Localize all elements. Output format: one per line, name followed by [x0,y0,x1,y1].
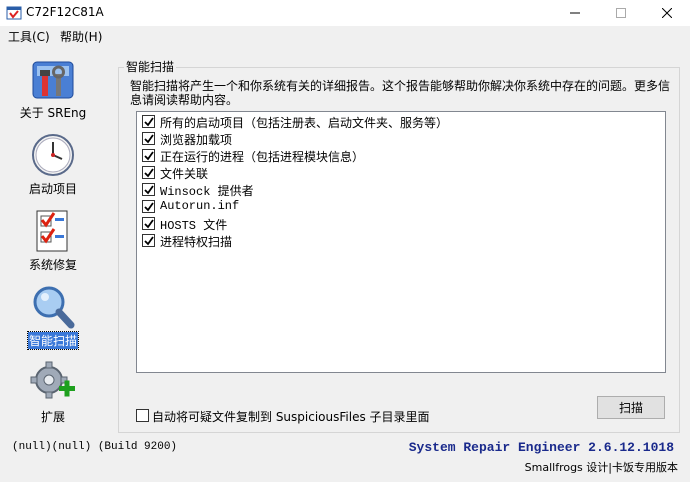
check-icon [144,117,154,127]
checkbox[interactable] [142,234,155,247]
magnifier-icon [33,286,75,329]
maximize-icon [616,8,626,18]
clock-icon [32,134,74,176]
scan-button[interactable]: 扫描 [597,396,665,419]
minimize-button[interactable] [552,0,598,26]
list-item-label: 文件关联 [160,167,209,181]
checkbox[interactable] [142,217,155,230]
close-button[interactable] [644,0,690,26]
toolbox-icon [32,61,74,99]
close-icon [661,7,673,19]
sidebar-item-label: 智能扫描 [26,331,80,350]
gear-plus-icon [30,361,75,399]
sidebar-item-repair[interactable]: 系统修复 [0,208,106,284]
window-title: C72F12C81A [26,5,104,19]
checkbox[interactable] [142,132,155,145]
sidebar-item-label: 关于 SREng [19,106,87,120]
product-name: System Repair Engineer 2.6.12.1018 [408,440,674,455]
credit-text: Smallfrogs 设计|卡饭专用版本 [524,461,678,474]
title-bar: C72F12C81A [0,0,690,26]
list-item-label: 浏览器加载项 [160,133,233,147]
menu-bar: 工具(C) 帮助(H) [0,26,690,46]
status-bar: (null)(null) (Build 9200) System Repair … [0,436,690,482]
checkbox[interactable] [142,115,155,128]
build-info: (null)(null) (Build 9200) [12,441,178,453]
copy-suspicious-label: 自动将可疑文件复制到 SuspiciousFiles 子目录里面 [152,410,430,424]
group-title: 智能扫描 [124,58,177,75]
scan-items-list[interactable]: 所有的启动项目（包括注册表、启动文件夹、服务等） 浏览器加载项 正在运行的进程（… [136,111,666,373]
menu-tools[interactable]: 工具(C) [6,28,52,45]
copy-suspicious-checkbox[interactable] [136,409,149,422]
list-item-label: Winsock 提供者 [160,185,254,199]
scan-description: 智能扫描将产生一个和你系统有关的详细报告。这个报告能够帮助你解决你系统中存在的问… [130,79,671,107]
list-item-label: 正在运行的进程（包括进程模块信息） [160,150,365,164]
checklist-icon [36,210,68,252]
check-icon [144,185,154,195]
sidebar-item-label: 扩展 [40,410,65,424]
check-icon [144,151,154,161]
checkbox[interactable] [142,200,155,213]
checkbox[interactable] [142,183,155,196]
check-icon [144,236,154,246]
list-item-label: 所有的启动项目（包括注册表、启动文件夹、服务等） [160,116,449,130]
minimize-icon [570,12,580,14]
check-icon [144,202,154,212]
check-icon [144,168,154,178]
sidebar-item-about[interactable]: 关于 SREng [0,56,106,132]
sidebar-item-extend[interactable]: 扩展 [0,360,106,436]
menu-help[interactable]: 帮助(H) [58,28,104,45]
sidebar-item-label: 系统修复 [28,258,77,272]
check-icon [144,219,154,229]
sidebar-item-smart-scan[interactable]: 智能扫描 [0,284,106,360]
maximize-button[interactable] [598,0,644,26]
sidebar: 关于 SREng 启动项目 系统修复 智能扫描 扩展 [0,50,106,432]
list-item-label: 进程特权扫描 [160,235,233,249]
sidebar-item-startup[interactable]: 启动项目 [0,132,106,208]
list-item-label: HOSTS 文件 [160,219,228,233]
check-icon [144,134,154,144]
sidebar-item-label: 启动项目 [28,182,77,196]
app-icon [6,6,22,20]
checkbox[interactable] [142,166,155,179]
list-item-label: Autorun.inf [160,199,240,213]
checkbox[interactable] [142,149,155,162]
